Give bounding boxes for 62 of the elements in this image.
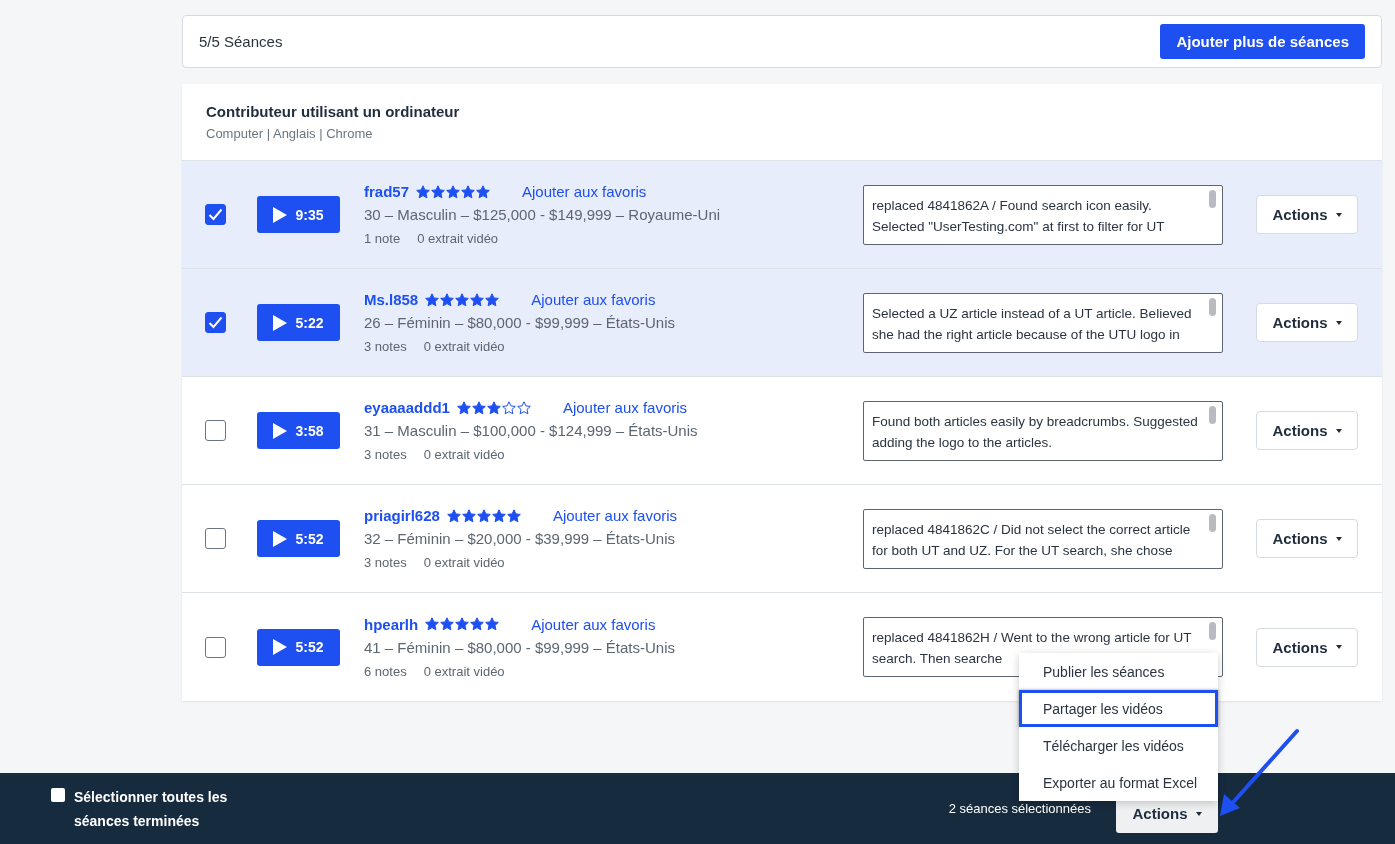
comment-field[interactable]: replaced 4841862C / Did not select the correct article for both UT and UZ. For the UT search, she chose bbox=[863, 508, 1223, 569]
participant-name[interactable]: hpearlh bbox=[364, 615, 419, 633]
add-favorite-link[interactable]: Ajouter aux favoris bbox=[531, 615, 656, 633]
participant-name[interactable]: Ms.l858 bbox=[364, 291, 419, 308]
actions-button[interactable]: Actions bbox=[1256, 195, 1358, 234]
participant-name[interactable]: frad57 bbox=[364, 183, 410, 200]
checkbox[interactable] bbox=[205, 528, 226, 549]
checkbox[interactable] bbox=[205, 420, 226, 441]
menu-item[interactable]: Publier les séances bbox=[1019, 653, 1218, 690]
check-icon bbox=[208, 316, 223, 329]
select-all-label[interactable]: Sélectionner toutes les séances terminées bbox=[74, 784, 261, 833]
demographics: 31 – Masculin – $100,000 - $124,999 – États-Unis bbox=[364, 422, 699, 439]
group-title: Contributeur utilisant un ordinateur bbox=[206, 103, 461, 120]
comment-field[interactable]: Selected a UZ article instead of a UT article. Believed she had the right article because of the UTU logo in bbox=[863, 292, 1223, 353]
add-favorite-link[interactable]: Ajouter aux favoris bbox=[522, 183, 647, 200]
play-button[interactable]: 5:52 bbox=[257, 628, 340, 666]
clips-count: 0 extrait vidéo bbox=[423, 663, 505, 679]
comment-field[interactable]: replaced 4841862A / Found search icon easily. Selected "UserTesting.com" at first to filter for UT bbox=[863, 184, 1223, 245]
play-button[interactable]: 5:52 bbox=[257, 520, 340, 557]
play-icon bbox=[273, 422, 288, 439]
notes-count: 3 notes bbox=[364, 447, 407, 462]
play-button[interactable]: 5:22 bbox=[257, 304, 340, 341]
checkbox[interactable] bbox=[205, 312, 226, 333]
menu-item[interactable]: Télécharger les vidéos bbox=[1019, 727, 1218, 764]
demographics: 32 – Féminin – $20,000 - $39,999 – États-Unis bbox=[364, 530, 677, 547]
notes-count: 6 notes bbox=[364, 663, 407, 679]
group-subtitle: Computer | Anglais | Chrome bbox=[206, 126, 374, 141]
clips-count: 0 extrait vidéo bbox=[423, 447, 505, 462]
actions-button[interactable]: Actions bbox=[1256, 519, 1358, 558]
actions-button[interactable]: Actions bbox=[1256, 411, 1358, 450]
selected-count: 2 séances sélectionnées bbox=[948, 801, 1091, 816]
add-favorite-link[interactable]: Ajouter aux favoris bbox=[562, 399, 688, 416]
demographics: 30 – Masculin – $125,000 - $149,999 – Royaume-Uni bbox=[364, 206, 722, 223]
checkbox[interactable] bbox=[51, 787, 65, 802]
checkbox[interactable] bbox=[205, 204, 226, 225]
clips-count: 0 extrait vidéo bbox=[423, 339, 505, 354]
clips-count: 0 extrait vidéo bbox=[423, 555, 505, 570]
actions-button[interactable]: Actions bbox=[1256, 627, 1358, 667]
play-icon bbox=[273, 639, 288, 655]
menu-item[interactable]: Exporter au format Excel bbox=[1019, 764, 1218, 801]
play-button[interactable]: 9:35 bbox=[257, 196, 340, 233]
add-favorite-link[interactable]: Ajouter aux favoris bbox=[531, 291, 656, 308]
check-icon bbox=[208, 208, 223, 221]
demographics: 41 – Féminin – $80,000 - $99,999 – États-Unis bbox=[364, 638, 677, 656]
checkbox[interactable] bbox=[205, 636, 226, 658]
actions-button[interactable]: Actions bbox=[1256, 303, 1358, 342]
play-icon bbox=[273, 530, 288, 547]
menu-item[interactable]: Partager les vidéos bbox=[1019, 690, 1218, 727]
play-icon bbox=[273, 206, 288, 223]
comment-field[interactable]: Found both articles easily by breadcrumbs. Suggested adding the logo to the articles. bbox=[863, 400, 1223, 461]
notes-count: 3 notes bbox=[364, 555, 407, 570]
add-sessions-button[interactable]: Ajouter plus de séances bbox=[1160, 24, 1365, 59]
clips-count: 0 extrait vidéo bbox=[417, 231, 499, 246]
play-button[interactable]: 3:58 bbox=[257, 412, 340, 449]
participant-name[interactable]: priagirl628 bbox=[364, 507, 440, 524]
session-count: 5/5 Séances bbox=[199, 33, 283, 50]
play-icon bbox=[273, 314, 288, 331]
demographics: 26 – Féminin – $80,000 - $99,999 – États-Unis bbox=[364, 314, 677, 331]
add-favorite-link[interactable]: Ajouter aux favoris bbox=[552, 507, 678, 524]
notes-count: 3 notes bbox=[364, 339, 407, 354]
participant-name[interactable]: eyaaaaddd1 bbox=[364, 399, 450, 416]
notes-count: 1 note bbox=[364, 231, 401, 246]
